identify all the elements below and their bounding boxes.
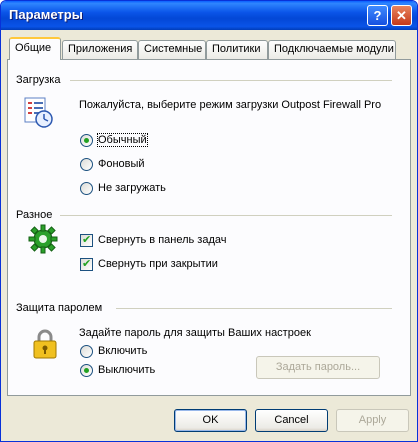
gear-icon <box>28 224 58 254</box>
window-title: Параметры <box>9 7 83 22</box>
cancel-button[interactable]: Cancel <box>255 409 328 432</box>
apply-button[interactable]: Apply <box>336 409 409 432</box>
tab-label: Подключаемые модули <box>274 43 394 55</box>
tab-strip: Общие Приложения Системные Политики Подк… <box>7 37 411 60</box>
tab-label: Политики <box>212 43 261 55</box>
checkbox-minimize-on-close-label[interactable]: Свернуть при закрытии <box>98 258 218 270</box>
group-divider <box>60 215 392 216</box>
radio-password-enable-label[interactable]: Включить <box>98 345 147 357</box>
radio-normal[interactable] <box>80 134 93 147</box>
tab-label: Системные <box>144 43 203 55</box>
checkbox-minimize-on-close[interactable] <box>80 257 93 271</box>
options-dialog: Параметры ? ✕ Общие Приложения Системные… <box>0 0 418 442</box>
tab-panel-general: Загрузка Пожалуйста, выберите режим загр… <box>7 59 411 396</box>
title-bar[interactable]: Параметры ? ✕ <box>1 1 417 30</box>
tab-label: Общие <box>15 42 52 54</box>
group-title-loading: Загрузка <box>16 74 61 86</box>
radio-do-not-load-label[interactable]: Не загружать <box>98 182 166 194</box>
checkbox-minimize-to-tray[interactable] <box>80 233 93 247</box>
tab-applications[interactable]: Приложения <box>62 40 138 59</box>
tab-policies[interactable]: Политики <box>206 40 268 59</box>
password-description: Задайте пароль для защиты Ваших настроек <box>79 327 311 339</box>
lock-icon <box>32 328 58 360</box>
group-title-misc: Разное <box>16 209 53 221</box>
ok-button[interactable]: OK <box>174 409 247 432</box>
radio-background-label[interactable]: Фоновый <box>98 158 145 170</box>
group-divider <box>70 80 392 81</box>
radio-password-disable[interactable] <box>80 364 93 377</box>
startup-mode-icon <box>24 97 54 129</box>
checkbox-minimize-to-tray-label[interactable]: Свернуть в панель задач <box>98 234 227 246</box>
radio-password-disable-label[interactable]: Выключить <box>98 364 155 376</box>
radio-normal-label[interactable]: Обычный <box>97 133 148 147</box>
radio-do-not-load[interactable] <box>80 182 93 195</box>
group-title-password: Защита паролем <box>16 302 103 314</box>
tab-plugins[interactable]: Подключаемые модули <box>268 40 396 59</box>
tab-system[interactable]: Системные <box>138 40 206 59</box>
group-divider <box>116 308 392 309</box>
radio-background[interactable] <box>80 158 93 171</box>
tab-label: Приложения <box>68 43 133 55</box>
set-password-button[interactable]: Задать пароль... <box>256 356 380 379</box>
radio-password-enable[interactable] <box>80 345 93 358</box>
close-button[interactable]: ✕ <box>391 5 412 26</box>
tab-general[interactable]: Общие <box>9 37 61 60</box>
help-button[interactable]: ? <box>367 5 388 26</box>
loading-description: Пожалуйста, выберите режим загрузки Outp… <box>79 99 382 111</box>
